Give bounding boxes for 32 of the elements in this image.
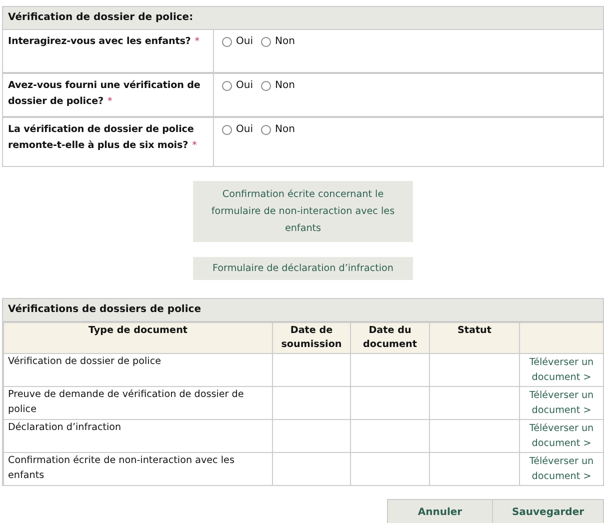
radio-button[interactable] <box>261 124 271 134</box>
required-mark: * <box>192 140 197 151</box>
radio-label: Non <box>275 36 295 47</box>
required-mark: * <box>107 96 112 107</box>
column-header: Date du document <box>350 322 430 354</box>
radio-button[interactable] <box>222 124 232 134</box>
radio-label: Non <box>275 80 295 91</box>
form-button[interactable]: Formulaire de déclaration d’infraction <box>193 257 413 280</box>
table-cell: Preuve de demande de vérification de dossier de police <box>4 386 272 420</box>
section-title: Vérification de dossier de police: <box>3 7 603 30</box>
column-header: Date de soumission <box>272 322 350 354</box>
radio-button[interactable] <box>222 80 232 90</box>
question-label: La vérification de dossier de police remonte-t-elle à plus de six mois? * <box>3 118 214 166</box>
table-cell: Vérification de dossier de police <box>4 354 272 386</box>
section-title: Vérifications de dossiers de police <box>3 299 604 322</box>
radio-label: Non <box>275 124 295 135</box>
cancel-button[interactable]: Annuler <box>387 499 493 523</box>
column-header: Type de document <box>4 322 272 354</box>
radio-button[interactable] <box>261 36 271 46</box>
radio-label: Oui <box>236 124 253 135</box>
column-header: Statut <box>430 322 520 354</box>
required-mark: * <box>194 36 200 47</box>
save-button[interactable]: Sauvegarder <box>493 499 604 523</box>
radio-button[interactable] <box>261 80 271 90</box>
radio-label: Oui <box>236 80 253 91</box>
form-button[interactable]: Confirmation écrite concernant le formulaire de non-interaction avec les enfants <box>193 181 413 242</box>
radio-label: Oui <box>236 36 253 47</box>
radio-button[interactable] <box>222 36 232 46</box>
table-cell: Déclaration d’infraction <box>4 420 272 452</box>
table-cell: Confirmation écrite de non-interaction avec les enfants <box>4 452 272 486</box>
question-label: Avez-vous fourni une vérification de dossier de police? * <box>3 74 214 116</box>
question-label: Interagirez-vous avec les enfants? * <box>3 30 214 72</box>
